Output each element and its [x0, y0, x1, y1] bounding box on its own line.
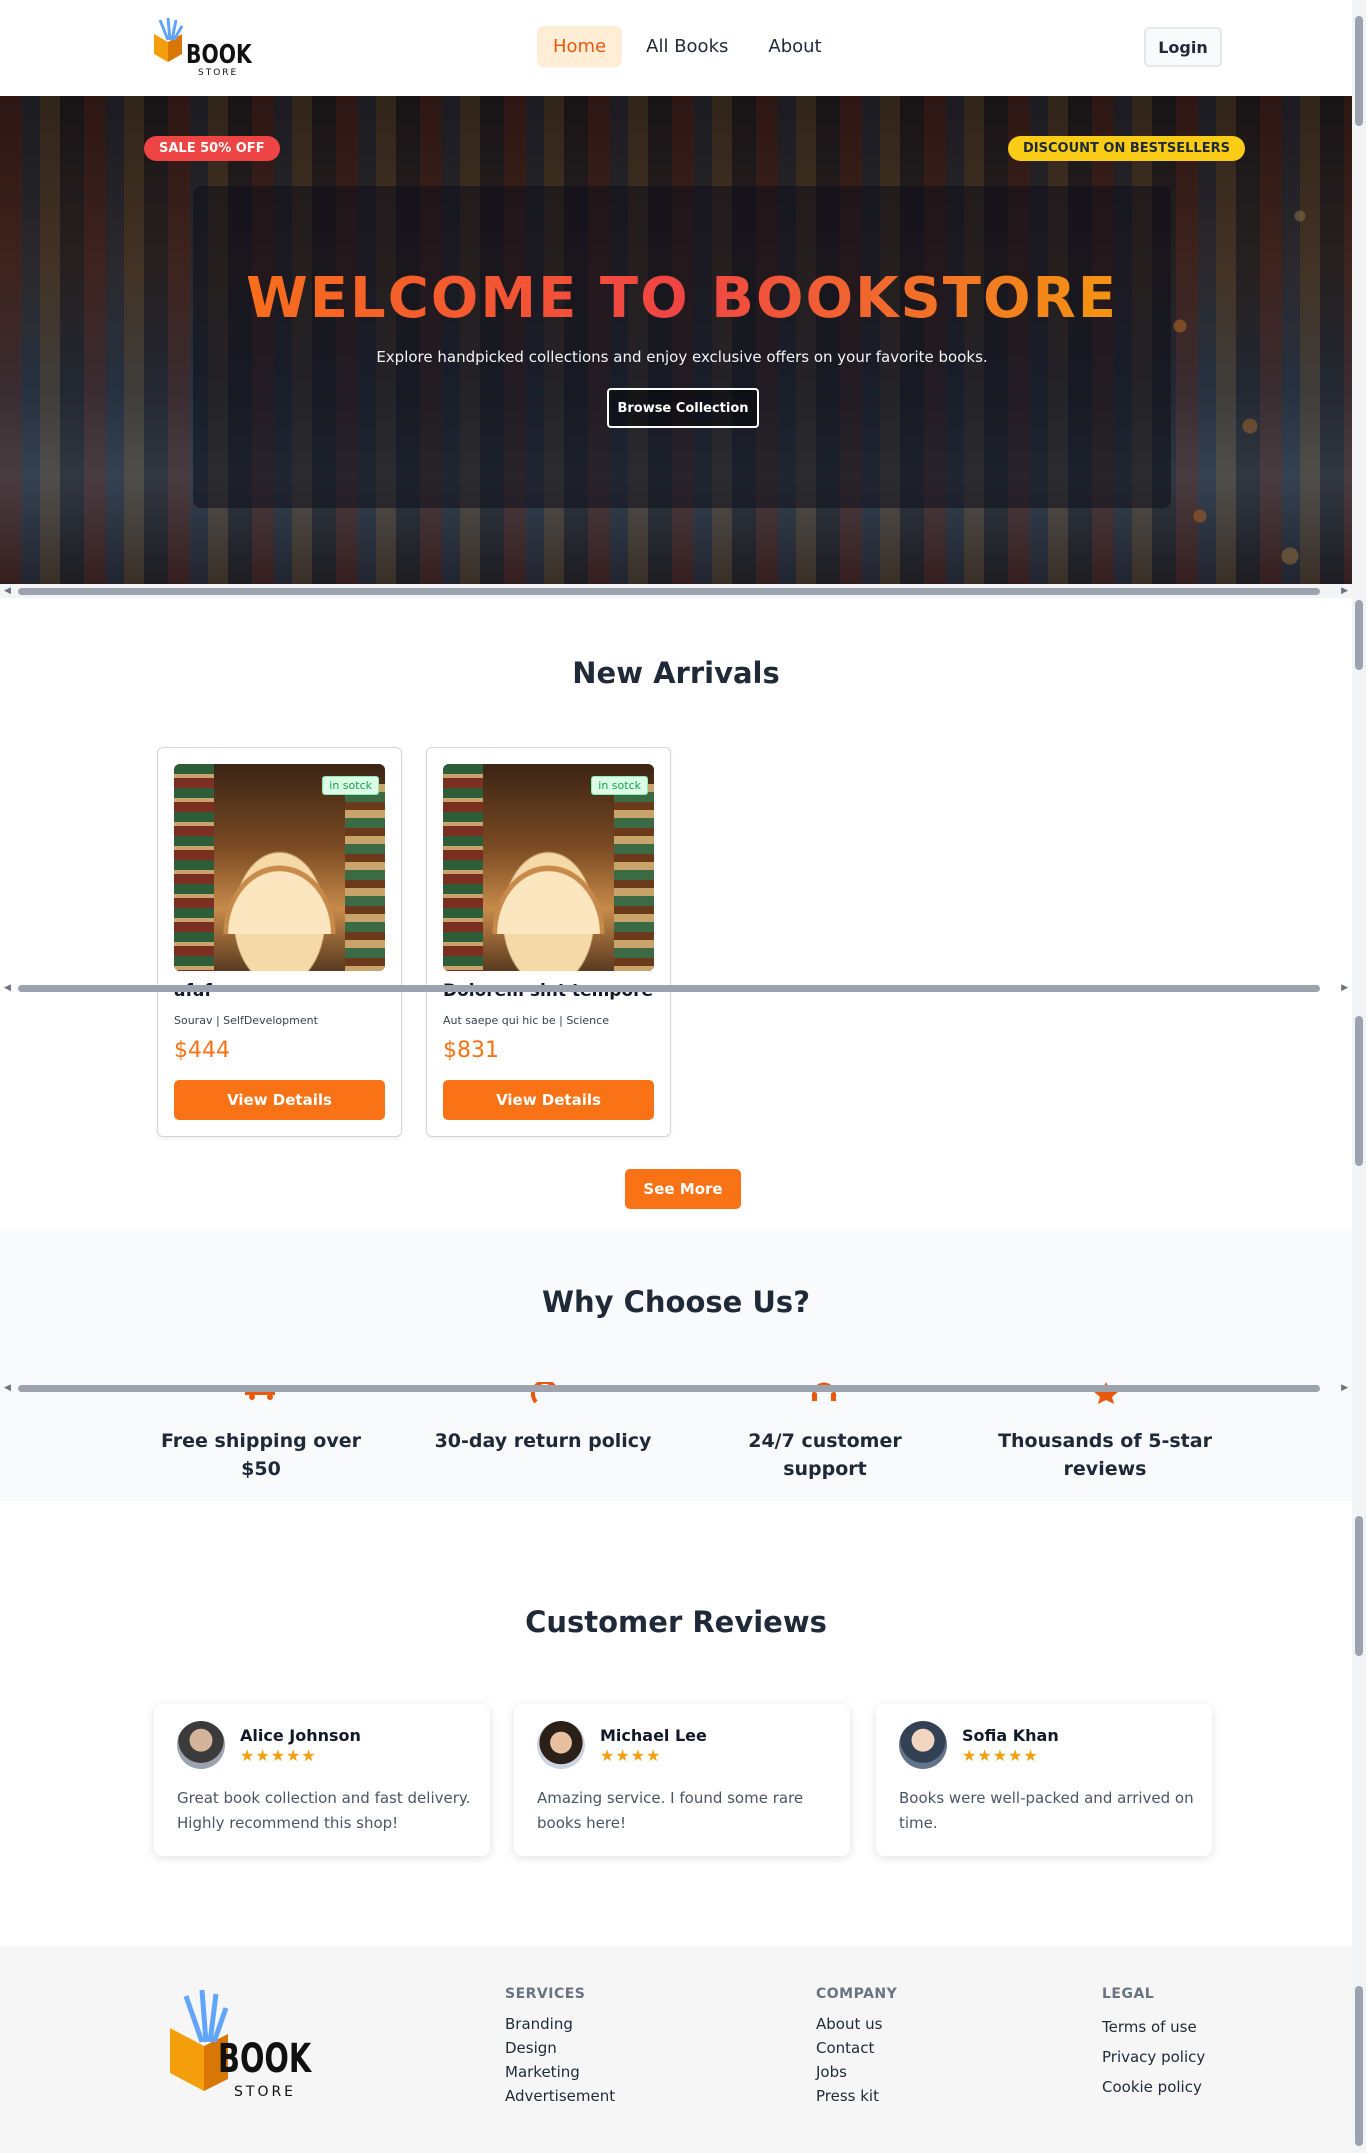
horizontal-scrollbar[interactable]: ◀ ▶ — [0, 981, 1352, 995]
footer-heading: COMPANY — [816, 1986, 898, 2002]
scrollbar-thumb[interactable] — [18, 588, 1320, 595]
footer-heading: LEGAL — [1102, 1986, 1155, 2002]
review-text: Books were well-packed and arrived on ti… — [899, 1789, 1194, 1832]
scroll-left-icon[interactable]: ◀ — [4, 983, 11, 993]
rating-stars: ★★★★★ — [240, 1746, 317, 1765]
reviewer-name: Alice Johnson — [240, 1726, 361, 1745]
review-text: Amazing service. I found some rare books… — [537, 1789, 804, 1832]
discount-badge: DISCOUNT ON BESTSELLERS — [1008, 136, 1245, 161]
footer-link-advertisement[interactable]: Advertisement — [505, 2084, 615, 2108]
footer-link-privacy[interactable]: Privacy policy — [1102, 2042, 1205, 2072]
hero-panel: WELCOME TO BOOKSTORE Explore handpicked … — [193, 186, 1171, 508]
customer-reviews-title: Customer Reviews — [525, 1605, 827, 1639]
avatar — [177, 1721, 225, 1769]
scrollbar-thumb[interactable] — [1355, 600, 1363, 670]
main-nav: Home All Books About — [537, 26, 838, 67]
horizontal-scrollbar[interactable]: ◀ ▶ — [0, 1381, 1352, 1395]
footer-heading: SERVICES — [505, 1986, 586, 2002]
scroll-left-icon[interactable]: ◀ — [4, 586, 11, 596]
rating-stars: ★★★★★ — [962, 1746, 1039, 1765]
footer-link-marketing[interactable]: Marketing — [505, 2060, 615, 2084]
feature-label: Free shipping over $50 — [160, 1430, 362, 1480]
footer-link-branding[interactable]: Branding — [505, 2012, 615, 2036]
scrollbar-thumb[interactable] — [18, 985, 1320, 992]
avatar — [899, 1721, 947, 1769]
logo-text: BOOK — [218, 2036, 312, 2082]
footer-link-jobs[interactable]: Jobs — [816, 2060, 897, 2084]
footer-link-about-us[interactable]: About us — [816, 2012, 897, 2036]
scrollbar-thumb[interactable] — [1355, 1986, 1363, 2146]
book-price: $831 — [443, 1038, 499, 1063]
book-meta: Aut saepe qui hic be | Science — [443, 1014, 609, 1027]
horizontal-scrollbar[interactable]: ◀ ▶ — [0, 584, 1352, 598]
book-card[interactable]: in sotck afaf Sourav | SelfDevelopment $… — [157, 747, 402, 1137]
scrollbar-thumb[interactable] — [1355, 16, 1363, 126]
see-more-button[interactable]: See More — [625, 1169, 741, 1209]
scroll-left-icon[interactable]: ◀ — [4, 1383, 11, 1393]
book-cover-image: in sotck — [174, 764, 385, 971]
logo-text: BOOK — [186, 40, 252, 70]
logo-subtext: STORE — [198, 68, 239, 78]
hero-title: WELCOME TO BOOKSTORE — [193, 266, 1171, 331]
scrollbar-thumb[interactable] — [1355, 1016, 1363, 1166]
book-meta: Sourav | SelfDevelopment — [174, 1014, 318, 1027]
hero-subtitle: Explore handpicked collections and enjoy… — [376, 348, 988, 366]
avatar — [537, 1721, 585, 1769]
book-cover-image: in sotck — [443, 764, 654, 971]
footer: BOOK STORE SERVICES Branding Design Mark… — [0, 1946, 1352, 2153]
stock-badge: in sotck — [322, 776, 379, 795]
feature-label: 30-day return policy — [434, 1430, 652, 1452]
review-card: Michael Lee ★★★★ Amazing service. I foun… — [514, 1704, 850, 1856]
view-details-button[interactable]: View Details — [443, 1080, 654, 1120]
logo-subtext: STORE — [234, 2084, 297, 2100]
view-details-button[interactable]: View Details — [174, 1080, 385, 1120]
review-card: Alice Johnson ★★★★★ Great book collectio… — [154, 1704, 490, 1856]
footer-company: COMPANY About us Contact Jobs Press kit — [816, 1986, 897, 2108]
footer-link-cookie[interactable]: Cookie policy — [1102, 2072, 1205, 2102]
footer-link-terms[interactable]: Terms of use — [1102, 2012, 1205, 2042]
hero-banner: SALE 50% OFF DISCOUNT ON BESTSELLERS WEL… — [0, 96, 1352, 584]
feature-label: 24/7 customer support — [748, 1430, 902, 1480]
stock-badge: in sotck — [591, 776, 648, 795]
book-price: $444 — [174, 1038, 230, 1063]
brand-logo[interactable]: BOOK STORE — [146, 16, 252, 80]
scroll-right-icon[interactable]: ▶ — [1341, 1383, 1348, 1393]
why-choose-us-title: Why Choose Us? — [541, 1285, 811, 1319]
scroll-right-icon[interactable]: ▶ — [1341, 983, 1348, 993]
footer-link-design[interactable]: Design — [505, 2036, 615, 2060]
vertical-scrollbar[interactable] — [1352, 0, 1366, 2153]
footer-legal: LEGAL Terms of use Privacy policy Cookie… — [1102, 1986, 1205, 2102]
feature-item: Thousands of 5-star reviews — [985, 1427, 1225, 1483]
reviewer-name: Michael Lee — [600, 1726, 707, 1745]
navbar: BOOK STORE Home All Books About Login — [0, 0, 1352, 96]
footer-link-press-kit[interactable]: Press kit — [816, 2084, 897, 2108]
scroll-right-icon[interactable]: ▶ — [1341, 586, 1348, 596]
scrollbar-thumb[interactable] — [18, 1385, 1320, 1392]
feature-label: Thousands of 5-star reviews — [998, 1430, 1212, 1480]
new-arrivals-title: New Arrivals — [572, 656, 780, 690]
footer-link-contact[interactable]: Contact — [816, 2036, 897, 2060]
footer-logo[interactable]: BOOK STORE — [168, 1986, 311, 2106]
feature-item: Free shipping over $50 — [141, 1427, 381, 1483]
login-button[interactable]: Login — [1144, 27, 1222, 67]
nav-about[interactable]: About — [752, 26, 837, 67]
nav-home[interactable]: Home — [537, 26, 623, 67]
feature-item: 30-day return policy — [423, 1427, 663, 1455]
book-card[interactable]: in sotck Dolorem sint tempore Aut saepe … — [426, 747, 671, 1137]
rating-stars: ★★★★ — [600, 1746, 662, 1765]
footer-services: SERVICES Branding Design Marketing Adver… — [505, 1986, 615, 2108]
why-choose-us-section: Why Choose Us? Free shipping over $50 30… — [0, 1229, 1352, 1501]
review-card: Sofia Khan ★★★★★ Books were well-packed … — [876, 1704, 1212, 1856]
feature-item: 24/7 customer support — [705, 1427, 945, 1483]
browse-collection-button[interactable]: Browse Collection — [607, 388, 759, 428]
nav-all-books[interactable]: All Books — [630, 26, 744, 67]
scrollbar-thumb[interactable] — [1355, 1516, 1363, 1656]
reviewer-name: Sofia Khan — [962, 1726, 1059, 1745]
review-text: Great book collection and fast delivery.… — [177, 1789, 471, 1832]
sale-badge: SALE 50% OFF — [144, 136, 280, 161]
